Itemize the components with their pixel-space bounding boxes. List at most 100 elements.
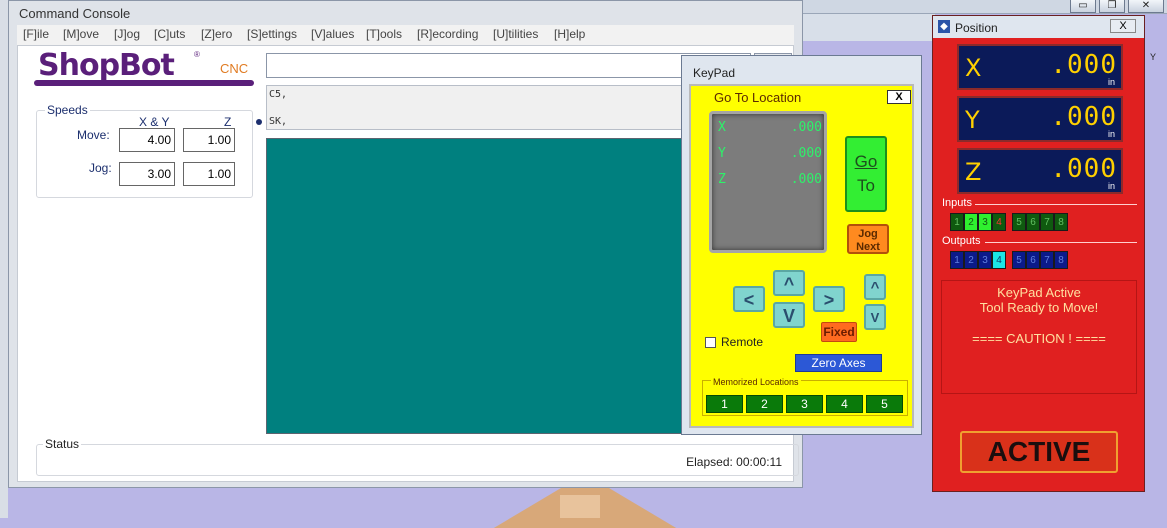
output-5: 5 <box>1012 251 1026 269</box>
keypad-title: KeyPad <box>693 66 736 80</box>
message-line-2: Tool Ready to Move! <box>979 300 1099 315</box>
message-line-3: ==== CAUTION ! ==== <box>972 331 1106 346</box>
menu-bar: [F]ile [M]ove [J]og [C]uts [Z]ero [S]ett… <box>17 25 794 45</box>
lcd-axis: Z <box>718 172 726 187</box>
inputs-divider <box>975 204 1137 205</box>
command-history: C5, SK, <box>266 85 696 130</box>
menu-settings[interactable]: [S]ettings <box>247 27 297 41</box>
lcd-axis: Y <box>718 146 726 161</box>
z-down-button[interactable]: V <box>864 304 886 330</box>
input-7: 7 <box>1040 213 1054 231</box>
input-8: 8 <box>1054 213 1068 231</box>
memory-button-1[interactable]: 1 <box>706 395 743 413</box>
move-xy-field[interactable]: 4.00 <box>119 128 175 152</box>
restore-button[interactable]: ❐ <box>1099 0 1125 13</box>
go-to-button[interactable]: Go To <box>845 136 887 212</box>
menu-values[interactable]: [V]alues <box>311 27 354 41</box>
outputs-indicators: 1 2 3 4 5 6 7 8 <box>950 251 1070 271</box>
menu-utilities[interactable]: [U]tilities <box>493 27 538 41</box>
move-z-field[interactable]: 1.00 <box>183 128 235 152</box>
memorized-locations-group: Memorized Locations 1 2 3 4 5 <box>702 377 908 416</box>
menu-jog[interactable]: [J]og <box>114 27 140 41</box>
axis-letter: X <box>965 54 982 82</box>
active-button[interactable]: ACTIVE <box>960 431 1118 473</box>
menu-recording[interactable]: [R]ecording <box>417 27 478 41</box>
logo-swoosh <box>34 80 254 86</box>
desktop-edge <box>0 0 8 518</box>
memory-button-4[interactable]: 4 <box>826 395 863 413</box>
input-5: 5 <box>1012 213 1026 231</box>
axis-value: .000 <box>1050 102 1117 132</box>
logo-cnc-text: CNC <box>220 61 249 76</box>
keypad-panel: Go To Location X X .000 Y .000 Z .000 Go… <box>689 84 914 428</box>
axis-unit: in <box>1107 181 1115 191</box>
jog-down-button[interactable]: V <box>773 302 805 328</box>
menu-move[interactable]: [M]ove <box>63 27 99 41</box>
command-input[interactable] <box>266 53 751 78</box>
speeds-title: Speeds <box>45 103 90 117</box>
lcd-row-y: Y .000 <box>718 146 822 166</box>
input-6: 6 <box>1026 213 1040 231</box>
z-up-button[interactable]: ^ <box>864 274 886 300</box>
lcd-axis: X <box>718 120 726 135</box>
remote-label: Remote <box>721 335 764 349</box>
lcd-value: .000 <box>790 146 822 161</box>
axis-unit: in <box>1107 77 1115 87</box>
desktop-area <box>800 14 935 41</box>
axis-value: .000 <box>1050 50 1117 80</box>
menu-zero[interactable]: [Z]ero <box>201 27 232 41</box>
position-close-button[interactable]: X <box>1110 19 1136 33</box>
inputs-label: Inputs <box>942 197 972 209</box>
minimize-button[interactable]: ▭ <box>1070 0 1096 13</box>
output-2: 2 <box>964 251 978 269</box>
jog-z-field[interactable]: 1.00 <box>183 162 235 186</box>
app-close-button[interactable]: ✕ <box>1128 0 1164 13</box>
menu-cuts[interactable]: [C]uts <box>154 27 185 41</box>
jog-right-button[interactable]: > <box>813 286 845 312</box>
current-line-marker <box>256 119 262 125</box>
goto-title: Go To Location <box>714 90 802 105</box>
jog-next-line2: Next <box>856 241 880 253</box>
remote-checkbox-box[interactable] <box>705 337 716 348</box>
output-4: 4 <box>992 251 1006 269</box>
jog-up-button[interactable]: ^ <box>773 270 805 296</box>
history-line: SK, <box>269 116 288 127</box>
move-label: Move: <box>77 128 110 142</box>
elapsed-time: Elapsed: 00:00:11 <box>686 455 782 469</box>
lcd-row-z: Z .000 <box>718 172 822 192</box>
menu-help[interactable]: [H]elp <box>554 27 585 41</box>
output-8: 8 <box>1054 251 1068 269</box>
zero-axes-button[interactable]: Zero Axes <box>795 354 882 372</box>
memory-button-5[interactable]: 5 <box>866 395 903 413</box>
jog-left-button[interactable]: < <box>733 286 765 312</box>
jog-next-line1: Jog <box>858 228 878 240</box>
speeds-col-xy: X & Y <box>139 115 170 129</box>
app-titlebar: ▭ ❐ ✕ <box>800 0 1167 14</box>
memory-button-3[interactable]: 3 <box>786 395 823 413</box>
output-1: 1 <box>950 251 964 269</box>
menu-tools[interactable]: [T]ools <box>366 27 402 41</box>
output-3: 3 <box>978 251 992 269</box>
jog-xy-field[interactable]: 3.00 <box>119 162 175 186</box>
shopbot-logo: ShopBot <box>38 48 175 83</box>
jog-label: Jog: <box>89 161 112 175</box>
status-group: Status Elapsed: 00:00:11 <box>36 437 799 476</box>
fixed-mode-button[interactable]: Fixed <box>821 322 857 342</box>
jog-next-button[interactable]: Jog Next <box>847 224 889 254</box>
remote-checkbox[interactable]: Remote <box>705 333 767 353</box>
keypad-close-button[interactable]: X <box>887 90 911 104</box>
memory-button-2[interactable]: 2 <box>746 395 783 413</box>
lcd-value: .000 <box>790 120 822 135</box>
console-client-area: ShopBot ® CNC Speeds X & Y Z Move: 4.00 … <box>17 45 799 482</box>
y-position-readout: Y .000 in <box>957 96 1123 142</box>
lcd-value: .000 <box>790 172 822 187</box>
position-title: Position <box>955 21 998 35</box>
logo-registered-mark: ® <box>194 50 200 59</box>
go-to-label-line2: To <box>857 176 875 195</box>
axis-letter: Y <box>965 106 980 134</box>
inputs-indicators: 1 2 3 4 5 6 7 8 <box>950 213 1070 233</box>
input-2: 2 <box>964 213 978 231</box>
menu-file[interactable]: [F]ile <box>23 27 49 41</box>
memorized-locations-title: Memorized Locations <box>711 377 801 387</box>
speeds-group: Speeds X & Y Z Move: 4.00 1.00 Jog: 3.00… <box>36 103 253 198</box>
